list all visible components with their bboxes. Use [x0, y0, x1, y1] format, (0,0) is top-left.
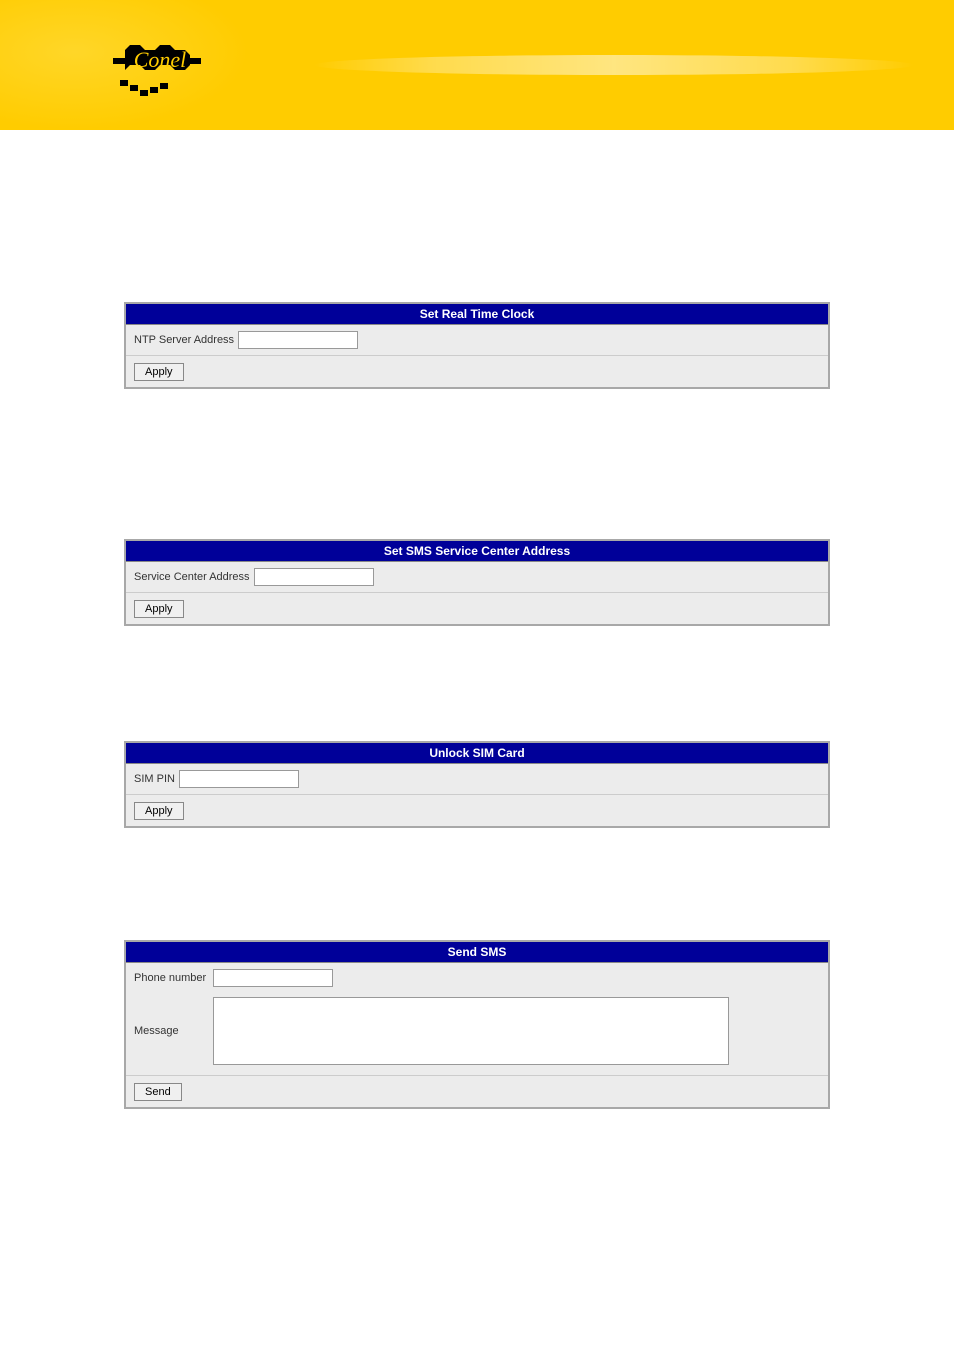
smsc-panel: Set SMS Service Center Address Service C…	[124, 539, 830, 626]
header-banner: Conel	[0, 0, 954, 130]
ntp-server-input[interactable]	[238, 331, 358, 349]
rtc-panel-title: Set Real Time Clock	[126, 304, 828, 325]
send-sms-panel: Send SMS Phone number Message Send	[124, 940, 830, 1109]
rtc-apply-button[interactable]: Apply	[134, 363, 184, 381]
send-button[interactable]: Send	[134, 1083, 182, 1101]
send-sms-panel-footer: Send	[126, 1076, 828, 1107]
smsc-apply-button[interactable]: Apply	[134, 600, 184, 618]
service-center-label: Service Center Address	[134, 571, 250, 583]
sim-pin-input[interactable]	[179, 770, 299, 788]
message-label: Message	[134, 1025, 209, 1037]
sim-pin-label: SIM PIN	[134, 773, 175, 785]
message-textarea[interactable]	[213, 997, 729, 1065]
send-sms-panel-body: Phone number Message	[126, 963, 828, 1076]
sim-panel-title: Unlock SIM Card	[126, 743, 828, 764]
smsc-panel-footer: Apply	[126, 593, 828, 624]
ntp-server-label: NTP Server Address	[134, 334, 234, 346]
sim-panel: Unlock SIM Card SIM PIN Apply	[124, 741, 830, 828]
header-divider-decoration	[314, 55, 914, 75]
rtc-panel-body: NTP Server Address	[126, 325, 828, 356]
sim-panel-body: SIM PIN	[126, 764, 828, 795]
svg-text:Conel: Conel	[134, 47, 187, 72]
rtc-panel: Set Real Time Clock NTP Server Address A…	[124, 302, 830, 389]
sim-panel-footer: Apply	[126, 795, 828, 826]
service-center-input[interactable]	[254, 568, 374, 586]
rtc-panel-footer: Apply	[126, 356, 828, 387]
sim-apply-button[interactable]: Apply	[134, 802, 184, 820]
phone-number-input[interactable]	[213, 969, 333, 987]
smsc-panel-body: Service Center Address	[126, 562, 828, 593]
brand-logo: Conel	[35, 25, 255, 105]
smsc-panel-title: Set SMS Service Center Address	[126, 541, 828, 562]
send-sms-panel-title: Send SMS	[126, 942, 828, 963]
phone-number-label: Phone number	[134, 972, 209, 984]
